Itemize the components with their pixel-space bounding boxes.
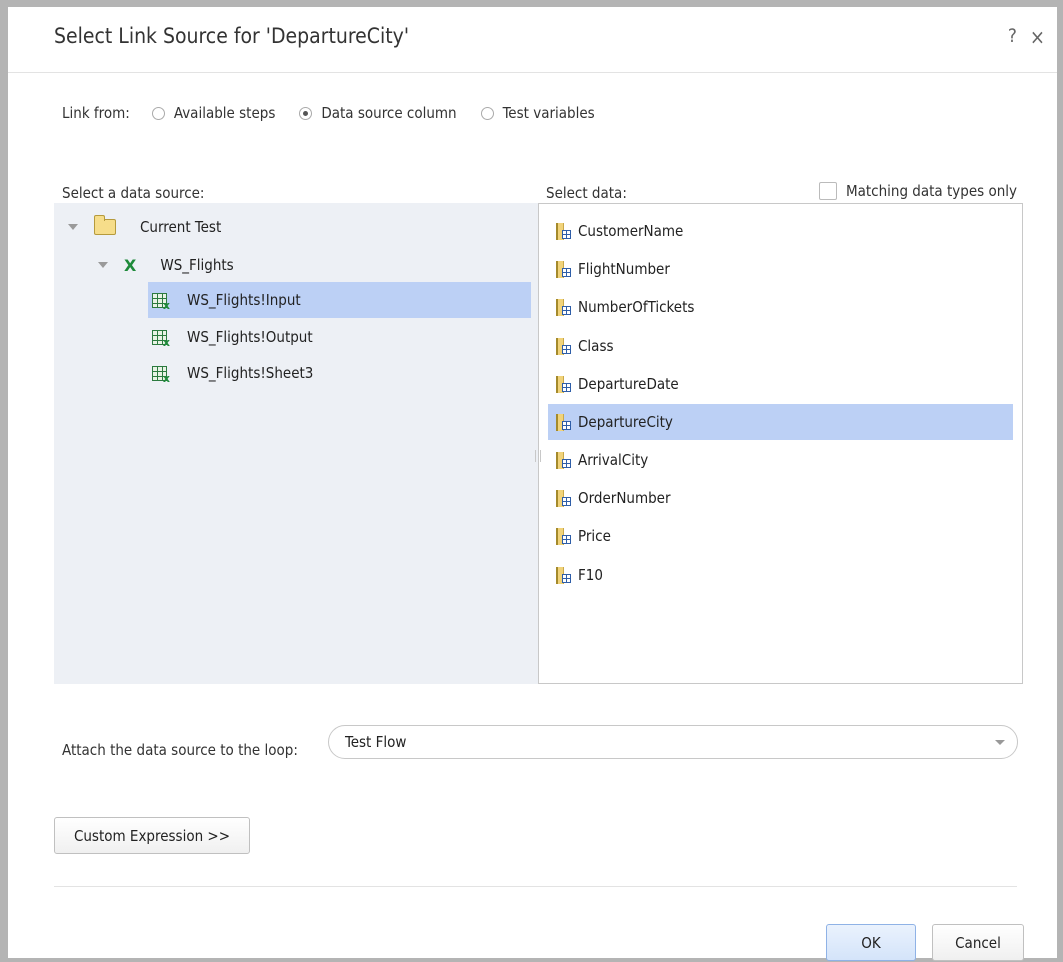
data-source-label: Select a data source: xyxy=(62,184,205,202)
ok-button[interactable]: OK xyxy=(826,924,916,961)
dialog-title: Select Link Source for 'DepartureCity' xyxy=(54,24,410,48)
radio-label: Test variables xyxy=(502,104,595,122)
column-item-customername[interactable]: CustomerName xyxy=(548,213,1013,249)
column-label: ArrivalCity xyxy=(578,451,649,469)
chevron-down-icon[interactable] xyxy=(98,262,108,268)
column-label: DepartureDate xyxy=(578,375,679,393)
cancel-button[interactable]: Cancel xyxy=(932,924,1024,961)
column-icon xyxy=(556,260,571,278)
column-icon xyxy=(556,527,571,545)
radio-label: Data source column xyxy=(321,104,457,122)
tree-item-label: WS_Flights!Sheet3 xyxy=(187,364,314,382)
tree-item-current-test[interactable]: Current Test xyxy=(68,209,528,245)
select-link-source-dialog: Select Link Source for 'DepartureCity' ?… xyxy=(0,0,1063,962)
footer-divider xyxy=(54,886,1017,887)
radio-button[interactable] xyxy=(480,106,494,120)
tree-item-ws-flights[interactable]: X WS_Flights xyxy=(98,247,528,283)
column-item-departurecity[interactable]: DepartureCity xyxy=(548,404,1013,440)
radio-button[interactable] xyxy=(151,106,165,120)
column-icon xyxy=(556,375,571,393)
column-item-f10[interactable]: F10 xyxy=(548,557,1013,593)
sheet-icon xyxy=(152,292,170,312)
close-icon[interactable]: × xyxy=(1030,25,1045,49)
matching-data-types-checkbox[interactable] xyxy=(818,182,837,200)
column-item-numberoftickets[interactable]: NumberOfTickets xyxy=(548,289,1013,325)
select-data-label: Select data: xyxy=(546,184,627,202)
attach-loop-label: Attach the data source to the loop: xyxy=(62,741,298,759)
tree-item-ws-flights-output[interactable]: WS_Flights!Output xyxy=(152,319,531,355)
column-icon xyxy=(556,451,571,469)
pane-splitter-handle[interactable] xyxy=(535,450,541,462)
column-label: FlightNumber xyxy=(578,260,670,278)
excel-icon: X xyxy=(124,255,137,275)
sheet-icon xyxy=(152,329,170,349)
column-label: OrderNumber xyxy=(578,489,671,507)
dropdown-value: Test Flow xyxy=(345,733,407,751)
column-label: DepartureCity xyxy=(578,413,673,431)
dialog-titlebar: Select Link Source for 'DepartureCity' ?… xyxy=(8,7,1057,73)
matching-data-types-label: Matching data types only xyxy=(845,182,1017,200)
radio-available-steps[interactable]: Available steps xyxy=(151,104,276,122)
sheet-icon xyxy=(152,365,170,385)
radio-label: Available steps xyxy=(173,104,276,122)
column-label: CustomerName xyxy=(578,222,684,240)
link-from-label: Link from: xyxy=(62,104,130,122)
attach-loop-dropdown[interactable]: Test Flow xyxy=(328,725,1018,759)
column-icon xyxy=(556,222,571,240)
column-label: Price xyxy=(578,527,611,545)
tree-item-ws-flights-input[interactable]: WS_Flights!Input xyxy=(148,282,531,318)
column-item-departuredate[interactable]: DepartureDate xyxy=(548,366,1013,402)
column-item-price[interactable]: Price xyxy=(548,518,1013,554)
column-label: F10 xyxy=(578,566,603,584)
column-icon xyxy=(556,337,571,355)
folder-icon xyxy=(94,215,116,235)
chevron-down-icon xyxy=(995,740,1005,745)
tree-item-label: Current Test xyxy=(140,218,222,236)
tree-item-label: WS_Flights xyxy=(160,256,234,274)
column-label: Class xyxy=(578,337,614,355)
column-item-class[interactable]: Class xyxy=(548,328,1013,364)
radio-button[interactable] xyxy=(299,106,313,120)
tree-item-label: WS_Flights!Input xyxy=(187,291,301,309)
column-icon xyxy=(556,413,571,431)
column-icon xyxy=(556,298,571,316)
column-label: NumberOfTickets xyxy=(578,298,695,316)
radio-data-source-column[interactable]: Data source column xyxy=(299,104,457,122)
link-from-group: Link from: Available steps Data source c… xyxy=(62,104,619,122)
column-item-flightnumber[interactable]: FlightNumber xyxy=(548,251,1013,287)
custom-expression-button[interactable]: Custom Expression >> xyxy=(54,817,250,854)
column-item-arrivalcity[interactable]: ArrivalCity xyxy=(548,442,1013,478)
column-item-ordernumber[interactable]: OrderNumber xyxy=(548,480,1013,516)
matching-data-types-toggle[interactable]: Matching data types only xyxy=(818,182,1017,200)
radio-test-variables[interactable]: Test variables xyxy=(480,104,595,122)
chevron-down-icon[interactable] xyxy=(68,224,78,230)
column-icon xyxy=(556,566,571,584)
help-icon[interactable]: ? xyxy=(1008,25,1017,47)
tree-item-ws-flights-sheet3[interactable]: WS_Flights!Sheet3 xyxy=(152,355,531,391)
tree-item-label: WS_Flights!Output xyxy=(187,328,313,346)
column-icon xyxy=(556,489,571,507)
